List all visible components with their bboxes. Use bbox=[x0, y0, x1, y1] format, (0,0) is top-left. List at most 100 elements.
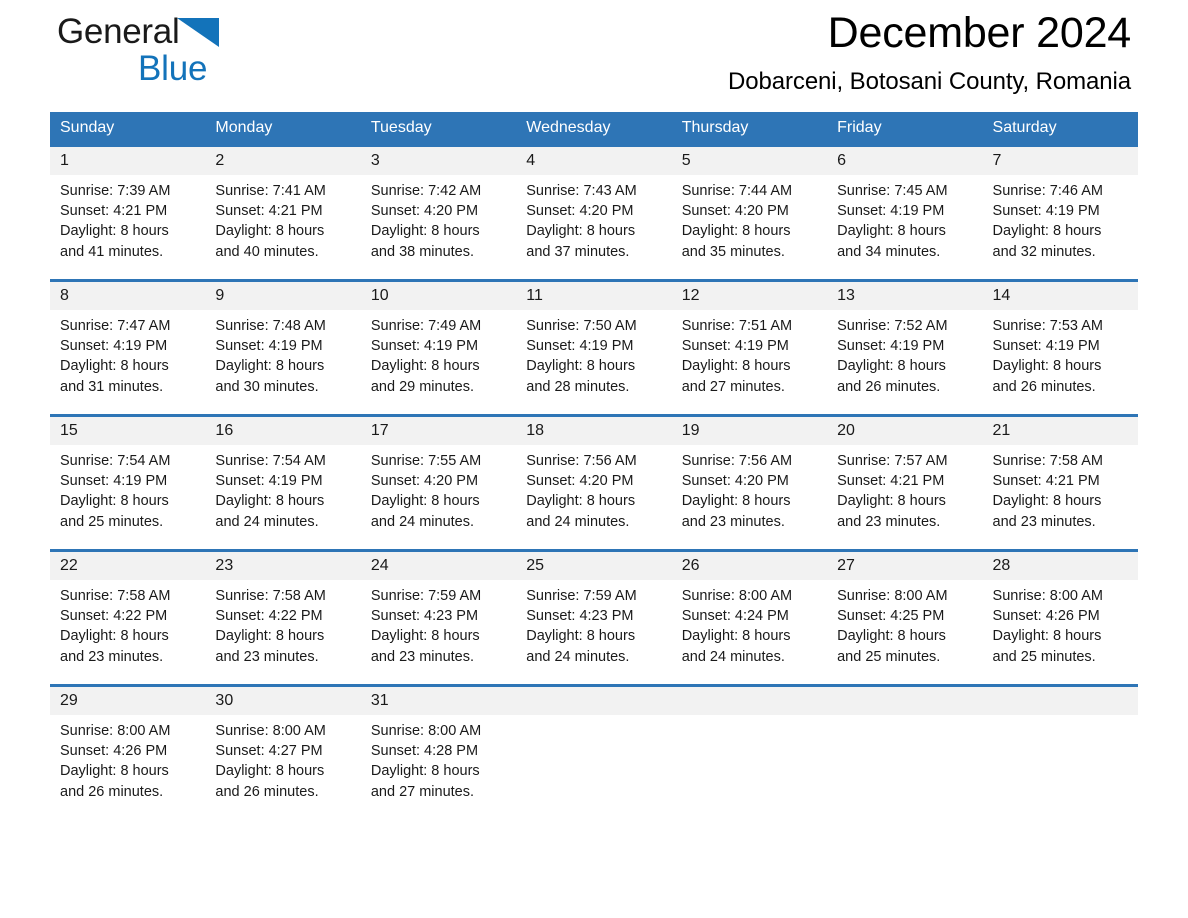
day-cell: Sunrise: 7:54 AM Sunset: 4:19 PM Dayligh… bbox=[205, 445, 360, 549]
day-number[interactable]: 23 bbox=[205, 552, 360, 580]
sunset-text: Sunset: 4:19 PM bbox=[215, 338, 323, 355]
daylight-text-line1: Daylight: 8 hours bbox=[992, 493, 1102, 510]
day-number[interactable]: 27 bbox=[827, 552, 982, 580]
sunset-text: Sunset: 4:26 PM bbox=[992, 608, 1100, 625]
day-number[interactable]: 5 bbox=[672, 147, 827, 175]
day-number[interactable]: 9 bbox=[205, 282, 360, 310]
day-number[interactable]: 6 bbox=[827, 147, 982, 175]
day-number[interactable]: 25 bbox=[516, 552, 671, 580]
day-cell: Sunrise: 7:53 AM Sunset: 4:19 PM Dayligh… bbox=[983, 310, 1138, 414]
day-cell: Sunrise: 7:45 AM Sunset: 4:19 PM Dayligh… bbox=[827, 175, 982, 279]
daylight-text-line2: and 26 minutes. bbox=[992, 378, 1096, 395]
sunrise-text: Sunrise: 7:53 AM bbox=[992, 318, 1103, 334]
sunrise-text: Sunrise: 8:00 AM bbox=[60, 723, 171, 739]
sunrise-text: Sunrise: 7:45 AM bbox=[837, 183, 948, 199]
day-number[interactable]: 1 bbox=[50, 147, 205, 175]
sunrise-text: Sunrise: 7:43 AM bbox=[526, 183, 637, 199]
logo-word-general: General bbox=[57, 12, 180, 51]
day-cell: Sunrise: 8:00 AM Sunset: 4:24 PM Dayligh… bbox=[672, 580, 827, 684]
day-cell: Sunrise: 7:58 AM Sunset: 4:22 PM Dayligh… bbox=[205, 580, 360, 684]
day-number[interactable]: 16 bbox=[205, 417, 360, 445]
sunset-text: Sunset: 4:21 PM bbox=[837, 473, 945, 490]
day-number[interactable]: 20 bbox=[827, 417, 982, 445]
day-cell: Sunrise: 8:00 AM Sunset: 4:27 PM Dayligh… bbox=[205, 715, 360, 819]
week-date-band: 15 16 17 18 19 20 21 bbox=[50, 417, 1138, 445]
day-number[interactable]: 21 bbox=[983, 417, 1138, 445]
day-number[interactable]: 13 bbox=[827, 282, 982, 310]
day-number[interactable]: 2 bbox=[205, 147, 360, 175]
daylight-text-line1: Daylight: 8 hours bbox=[60, 763, 169, 780]
day-cell: Sunrise: 7:42 AM Sunset: 4:20 PM Dayligh… bbox=[361, 175, 516, 279]
day-number[interactable]: 17 bbox=[361, 417, 516, 445]
sunset-text: Sunset: 4:23 PM bbox=[370, 608, 479, 625]
logo-line-two: Blue bbox=[57, 49, 387, 96]
day-number[interactable]: 15 bbox=[50, 417, 205, 445]
day-cell: Sunrise: 7:58 AM Sunset: 4:22 PM Dayligh… bbox=[50, 580, 205, 684]
page-header: General Blue December 2024 Dobarceni, Bo… bbox=[50, 0, 1138, 112]
day-number[interactable]: 22 bbox=[50, 552, 205, 580]
day-number[interactable]: 31 bbox=[361, 687, 516, 715]
daylight-text-line1: Daylight: 8 hours bbox=[215, 493, 325, 510]
day-cell: Sunrise: 7:47 AM Sunset: 4:19 PM Dayligh… bbox=[50, 310, 205, 414]
day-number[interactable]: 11 bbox=[516, 282, 671, 310]
day-number[interactable]: 19 bbox=[672, 417, 827, 445]
daylight-text-line1: Daylight: 8 hours bbox=[837, 628, 946, 645]
sunrise-text: Sunrise: 8:00 AM bbox=[681, 588, 793, 604]
sunset-text: Sunset: 4:20 PM bbox=[370, 203, 479, 220]
title-block: December 2024 Dobarceni, Botosani County… bbox=[728, 0, 1131, 96]
daylight-text-line1: Daylight: 8 hours bbox=[215, 763, 325, 780]
daylight-text-line2: and 26 minutes. bbox=[837, 378, 941, 395]
sunrise-text: Sunrise: 7:50 AM bbox=[526, 318, 637, 334]
daylight-text-line2: and 26 minutes. bbox=[60, 783, 164, 800]
sunrise-text: Sunrise: 7:52 AM bbox=[837, 318, 948, 334]
location-subtitle: Dobarceni, Botosani County, Romania bbox=[728, 68, 1131, 96]
day-number[interactable]: 28 bbox=[983, 552, 1138, 580]
day-number-empty bbox=[516, 687, 671, 715]
sunrise-text: Sunrise: 7:54 AM bbox=[60, 453, 171, 469]
day-number[interactable]: 29 bbox=[50, 687, 205, 715]
sunset-text: Sunset: 4:27 PM bbox=[215, 743, 323, 760]
day-cell: Sunrise: 7:54 AM Sunset: 4:19 PM Dayligh… bbox=[50, 445, 205, 549]
sunset-text: Sunset: 4:19 PM bbox=[60, 473, 168, 490]
day-cell: Sunrise: 7:50 AM Sunset: 4:19 PM Dayligh… bbox=[516, 310, 671, 414]
day-number[interactable]: 10 bbox=[361, 282, 516, 310]
day-cell: Sunrise: 7:43 AM Sunset: 4:20 PM Dayligh… bbox=[516, 175, 671, 279]
sunrise-text: Sunrise: 8:00 AM bbox=[370, 723, 482, 739]
daylight-text-line1: Daylight: 8 hours bbox=[370, 628, 480, 645]
day-cell: Sunrise: 7:55 AM Sunset: 4:20 PM Dayligh… bbox=[361, 445, 516, 549]
logo-word-blue: Blue bbox=[138, 49, 208, 88]
day-number[interactable]: 4 bbox=[516, 147, 671, 175]
day-cell: Sunrise: 7:39 AM Sunset: 4:21 PM Dayligh… bbox=[50, 175, 205, 279]
sunset-text: Sunset: 4:20 PM bbox=[526, 473, 634, 490]
sunrise-text: Sunrise: 8:00 AM bbox=[992, 588, 1103, 604]
day-number[interactable]: 24 bbox=[361, 552, 516, 580]
sunset-text: Sunset: 4:22 PM bbox=[60, 608, 168, 625]
day-number[interactable]: 18 bbox=[516, 417, 671, 445]
day-cell-empty bbox=[827, 715, 982, 819]
day-cell-empty bbox=[983, 715, 1138, 819]
day-number[interactable]: 30 bbox=[205, 687, 360, 715]
sunset-text: Sunset: 4:22 PM bbox=[215, 608, 323, 625]
week-info-band: Sunrise: 7:58 AM Sunset: 4:22 PM Dayligh… bbox=[50, 580, 1138, 684]
day-number[interactable]: 7 bbox=[983, 147, 1138, 175]
day-number[interactable]: 12 bbox=[672, 282, 827, 310]
week-info-band: Sunrise: 7:39 AM Sunset: 4:21 PM Dayligh… bbox=[50, 175, 1138, 279]
day-number[interactable]: 8 bbox=[50, 282, 205, 310]
daylight-text-line2: and 24 minutes. bbox=[215, 513, 319, 530]
day-of-week-header-row: Sunday Monday Tuesday Wednesday Thursday… bbox=[50, 112, 1138, 144]
sunrise-text: Sunrise: 7:51 AM bbox=[681, 318, 793, 334]
daylight-text-line2: and 23 minutes. bbox=[992, 513, 1096, 530]
daylight-text-line1: Daylight: 8 hours bbox=[215, 628, 325, 645]
daylight-text-line2: and 24 minutes. bbox=[526, 513, 630, 530]
day-number[interactable]: 3 bbox=[361, 147, 516, 175]
day-cell: Sunrise: 7:56 AM Sunset: 4:20 PM Dayligh… bbox=[672, 445, 827, 549]
sunset-text: Sunset: 4:19 PM bbox=[370, 338, 479, 355]
day-cell: Sunrise: 7:49 AM Sunset: 4:19 PM Dayligh… bbox=[361, 310, 516, 414]
sunrise-text: Sunrise: 7:58 AM bbox=[215, 588, 326, 604]
daylight-text-line1: Daylight: 8 hours bbox=[837, 223, 946, 240]
day-number[interactable]: 26 bbox=[672, 552, 827, 580]
day-number[interactable]: 14 bbox=[983, 282, 1138, 310]
day-cell: Sunrise: 7:57 AM Sunset: 4:21 PM Dayligh… bbox=[827, 445, 982, 549]
daylight-text-line2: and 30 minutes. bbox=[215, 378, 319, 395]
daylight-text-line1: Daylight: 8 hours bbox=[992, 358, 1102, 375]
